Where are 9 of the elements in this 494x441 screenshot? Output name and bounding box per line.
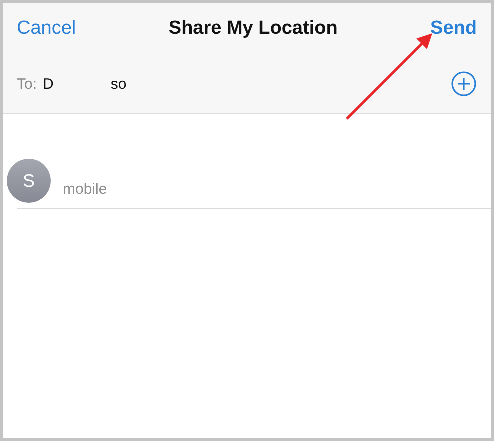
contact-detail: mobile: [63, 180, 108, 198]
cancel-button[interactable]: Cancel: [17, 18, 76, 40]
to-label: To:: [17, 76, 38, 92]
send-button[interactable]: Send: [430, 18, 477, 40]
screen-title: Share My Location: [168, 18, 338, 40]
recipient-text: so: [110, 76, 127, 92]
recipient-text: D: [43, 76, 54, 92]
add-icon[interactable]: [451, 71, 477, 97]
contact-avatar: S: [7, 159, 51, 203]
